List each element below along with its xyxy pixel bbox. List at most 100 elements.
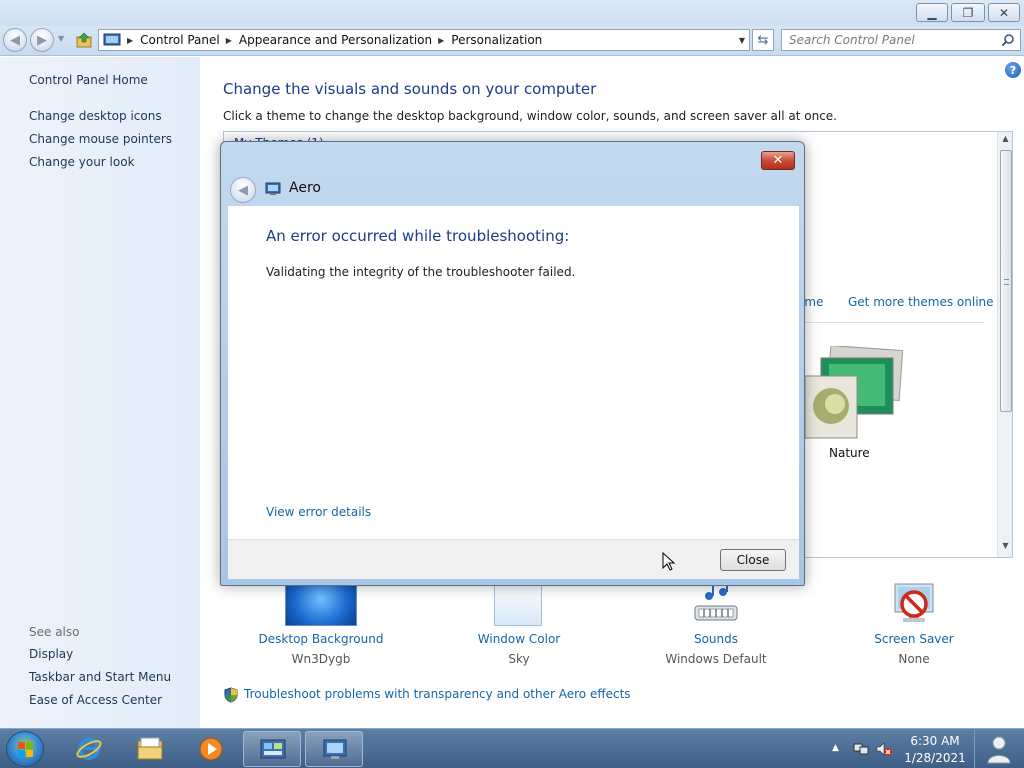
troubleshooter-icon <box>323 739 347 759</box>
volume-muted-icon[interactable] <box>876 741 892 757</box>
troubleshooter-icon <box>265 182 281 195</box>
help-icon[interactable]: ? <box>1005 62 1021 78</box>
troubleshooter-dialog: ✕ ◀ Aero An error occurred while trouble… <box>220 141 805 586</box>
screen-saver-label[interactable]: Screen Saver <box>834 632 994 646</box>
refresh-icon: ⇆ <box>757 32 769 48</box>
screen-saver-value: None <box>898 652 930 666</box>
sounds-label[interactable]: Sounds <box>636 632 796 646</box>
forward-arrow-icon: ▶ <box>37 32 47 48</box>
change-desktop-icons-link[interactable]: Change desktop icons <box>29 109 162 123</box>
search-placeholder: Search Control Panel <box>789 33 915 47</box>
taskbar-media-player-button[interactable] <box>182 731 240 767</box>
breadcrumb-separator[interactable]: ▶ <box>226 36 232 45</box>
clock-date[interactable]: 1/28/2021 <box>902 751 968 765</box>
view-error-details-link[interactable]: View error details <box>266 505 371 519</box>
address-bar[interactable]: ▶ Control Panel ▶ Appearance and Persona… <box>98 29 750 51</box>
close-icon: ✕ <box>998 5 1010 20</box>
taskbar-ie-button[interactable] <box>60 731 118 767</box>
scroll-down-icon[interactable]: ▼ <box>998 541 1012 555</box>
breadcrumb-personalization[interactable]: Personalization <box>451 33 542 47</box>
maximize-icon: ❐ <box>962 5 974 20</box>
mouse-cursor-icon <box>662 552 676 571</box>
nature-theme-label: Nature <box>829 446 870 460</box>
page-title: Change the visuals and sounds on your co… <box>223 80 597 98</box>
window-color-icon <box>494 580 542 626</box>
change-mouse-pointers-link[interactable]: Change mouse pointers <box>29 132 172 146</box>
control-panel-home-link[interactable]: Control Panel Home <box>29 73 148 87</box>
refresh-button[interactable]: ⇆ <box>752 29 774 51</box>
error-message: Validating the integrity of the troubles… <box>266 265 576 279</box>
window-color-tile[interactable]: Window Color Sky <box>439 580 599 670</box>
breadcrumb-appearance[interactable]: Appearance and Personalization <box>239 33 432 47</box>
scroll-grip <box>1004 279 1009 285</box>
control-panel-icon <box>103 33 121 46</box>
theme-list-scrollbar[interactable]: ▲ ▼ <box>997 132 1012 557</box>
desktop-background-label[interactable]: Desktop Background <box>241 632 401 646</box>
recent-pages-dropdown[interactable]: ▼ <box>58 34 64 43</box>
get-more-themes-link[interactable]: Get more themes online <box>848 295 994 309</box>
taskbar: ▲ 6:30 AM 1/28/2021 <box>0 728 1024 768</box>
dialog-body: An error occurred while troubleshooting:… <box>228 206 799 539</box>
display-link[interactable]: Display <box>29 647 73 661</box>
show-hidden-icons-button[interactable]: ▲ <box>832 743 839 753</box>
window-color-value: Sky <box>508 652 530 666</box>
error-heading: An error occurred while troubleshooting: <box>266 227 570 245</box>
breadcrumb-control-panel[interactable]: Control Panel <box>140 33 220 47</box>
dialog-footer: Close <box>228 539 799 579</box>
dialog-title: Aero <box>289 180 321 196</box>
explorer-icon <box>137 737 163 760</box>
network-icon[interactable] <box>853 741 869 757</box>
forward-button[interactable]: ▶ <box>30 28 54 52</box>
dialog-close-button[interactable]: ✕ <box>761 151 795 170</box>
taskbar-troubleshooter-button[interactable] <box>305 731 363 767</box>
taskbar-explorer-button[interactable] <box>121 731 179 767</box>
window-close-button[interactable]: ✕ <box>988 3 1020 22</box>
sounds-tile[interactable]: Sounds Windows Default <box>636 580 796 670</box>
breadcrumb-separator[interactable]: ▶ <box>127 36 133 45</box>
window-color-label[interactable]: Window Color <box>439 632 599 646</box>
left-navigation-pane: Control Panel Home Change desktop icons … <box>0 57 200 728</box>
user-account-button[interactable] <box>974 730 1022 768</box>
ease-of-access-link[interactable]: Ease of Access Center <box>29 693 162 707</box>
search-input[interactable]: Search Control Panel <box>781 29 1021 51</box>
screen-saver-icon <box>894 583 934 622</box>
taskbar-start-menu-link[interactable]: Taskbar and Start Menu <box>29 670 171 684</box>
user-icon <box>986 736 1011 764</box>
scrollbar-thumb[interactable] <box>1000 150 1012 412</box>
back-arrow-icon: ◀ <box>10 32 20 48</box>
navigation-bar: ◀ ▶ ▼ ▶ Control Panel ▶ Appearance and P… <box>0 26 1024 56</box>
start-button[interactable] <box>6 731 44 767</box>
sounds-icon <box>694 581 738 621</box>
taskbar-control-panel-button[interactable] <box>243 731 301 767</box>
scroll-up-icon[interactable]: ▲ <box>998 134 1012 148</box>
desktop-background-value: Wn3Dygb <box>291 652 351 666</box>
ie-icon <box>76 738 102 760</box>
breadcrumb-separator[interactable]: ▶ <box>438 36 444 45</box>
maximize-button[interactable]: ❐ <box>951 3 985 22</box>
up-folder-icon[interactable] <box>76 32 92 48</box>
back-arrow-icon: ◀ <box>238 182 248 198</box>
back-button[interactable]: ◀ <box>3 28 27 52</box>
close-icon: ✕ <box>772 153 784 168</box>
desktop-background-tile[interactable]: Desktop Background Wn3Dygb <box>241 580 401 670</box>
page-description: Click a theme to change the desktop back… <box>223 109 837 123</box>
close-button[interactable]: Close <box>720 549 786 571</box>
sounds-value: Windows Default <box>665 652 767 666</box>
search-icon[interactable] <box>1001 33 1015 47</box>
windows-logo-icon <box>18 742 33 757</box>
troubleshoot-aero-link[interactable]: Troubleshoot problems with transparency … <box>244 687 631 701</box>
change-your-look-link[interactable]: Change your look <box>29 155 135 169</box>
see-also-label: See also <box>29 625 80 639</box>
clock-time[interactable]: 6:30 AM <box>902 734 968 748</box>
shield-icon <box>224 687 238 703</box>
dialog-back-button[interactable]: ◀ <box>230 177 256 203</box>
media-player-icon <box>199 737 223 761</box>
desktop-background-icon <box>285 580 357 626</box>
screen-saver-tile[interactable]: Screen Saver None <box>834 580 994 670</box>
minimize-icon: ▁ <box>927 5 937 20</box>
nature-theme-thumbnail[interactable] <box>799 346 911 442</box>
address-dropdown-icon[interactable]: ▼ <box>739 36 745 45</box>
window-titlebar: ▁ ❐ ✕ <box>0 0 1024 26</box>
minimize-button[interactable]: ▁ <box>916 3 948 22</box>
control-panel-icon <box>260 739 286 759</box>
